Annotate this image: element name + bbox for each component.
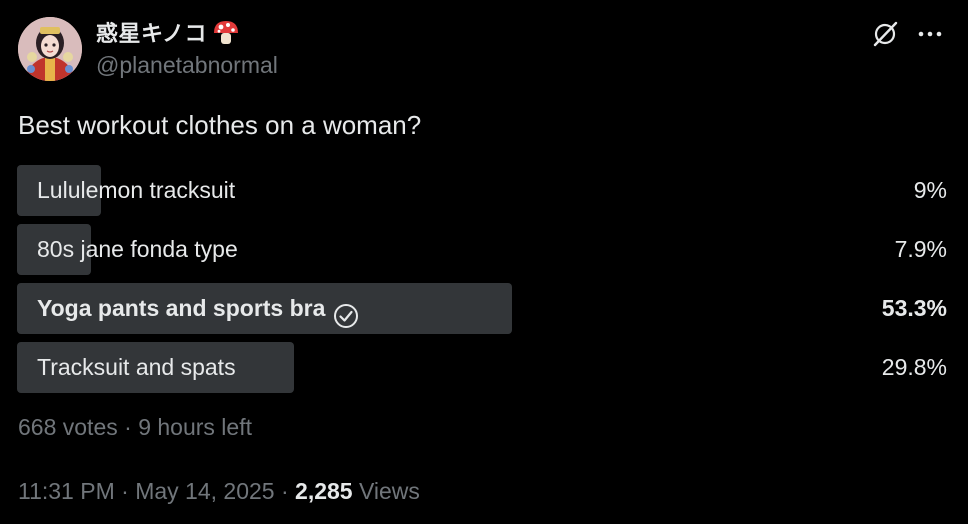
poll-option-label: Yoga pants and sports bra <box>37 283 359 334</box>
tweet: 惑星キノコ @planetabnormal Best workout cloth <box>0 0 968 524</box>
user-handle[interactable]: @planetabnormal <box>96 52 278 79</box>
more-icon[interactable] <box>915 20 945 48</box>
post-time[interactable]: 11:31 PM <box>18 478 115 504</box>
poll-option-label: Lululemon tracksuit <box>37 165 235 216</box>
poll-option-text: Yoga pants and sports bra <box>37 295 326 321</box>
tweet-text: Best workout clothes on a woman? <box>18 110 422 140</box>
views-count[interactable]: 2,285 <box>295 478 353 504</box>
poll-option-text: Lululemon tracksuit <box>37 177 236 203</box>
poll-option-text: 80s jane fonda type <box>37 236 238 262</box>
check-circle-icon <box>333 296 359 328</box>
poll-option-percent: 53.3% <box>881 295 947 321</box>
post-date[interactable]: May 14, 2025 <box>135 478 274 504</box>
views-label[interactable]: Views <box>359 478 420 504</box>
separator: · <box>121 478 129 504</box>
poll-option-percent: 9% <box>913 177 947 203</box>
grok-icon[interactable] <box>871 20 899 48</box>
poll-option[interactable]: 80s jane fonda type 7.9% <box>17 224 947 275</box>
poll-time-left: 9 hours left <box>138 414 252 440</box>
separator: · <box>280 478 289 504</box>
avatar-image <box>18 17 82 81</box>
poll-option[interactable]: Tracksuit and spats 29.8% <box>17 342 947 393</box>
avatar[interactable] <box>18 17 82 81</box>
poll-option-text: Tracksuit and spats <box>37 354 236 380</box>
poll-option-label: Tracksuit and spats <box>37 342 236 393</box>
separator: · <box>124 414 132 440</box>
timestamp-row: 11:31 PM · May 14, 2025 · 2,285 Views <box>18 478 420 505</box>
mushroom-icon <box>211 18 241 46</box>
poll-meta: 668 votes · 9 hours left <box>18 414 252 441</box>
poll-votes: 668 votes <box>18 414 118 440</box>
display-name-row[interactable]: 惑星キノコ <box>96 16 241 48</box>
poll-option-label: 80s jane fonda type <box>37 224 238 275</box>
poll-option-percent: 29.8% <box>881 354 947 380</box>
poll-option[interactable]: Lululemon tracksuit 9% <box>17 165 947 216</box>
poll-option-percent: 7.9% <box>894 236 947 262</box>
poll-option-winner[interactable]: Yoga pants and sports bra 53.3% <box>17 283 947 334</box>
display-name[interactable]: 惑星キノコ <box>96 16 207 48</box>
